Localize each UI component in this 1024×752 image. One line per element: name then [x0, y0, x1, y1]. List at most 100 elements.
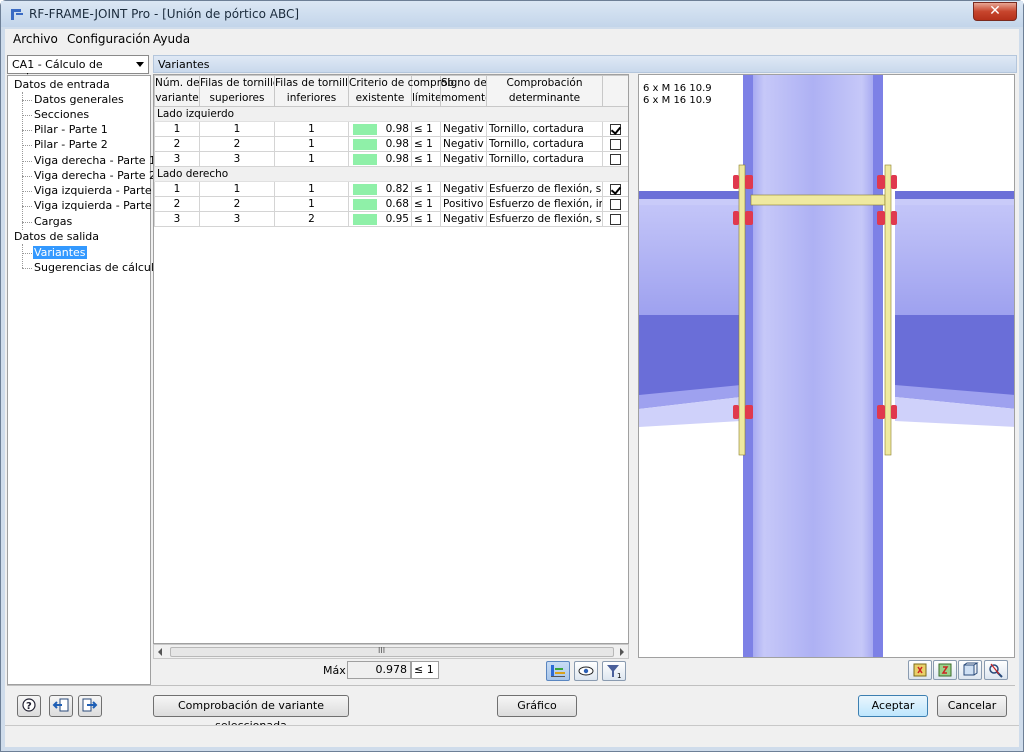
select-checkbox[interactable]: [610, 213, 621, 225]
cell-select: [602, 151, 628, 167]
bolt-label-2: 6 x M 16 10.9: [643, 95, 712, 106]
col-header-inf[interactable]: Filas de tornillosinferiores: [274, 75, 349, 107]
tree-item-viga-derecha-2[interactable]: Viga derecha - Parte 2: [34, 169, 156, 182]
table-row[interactable]: 3 3 1 0.98 ≤ 1 Negativ Tornillo, cortadura: [154, 151, 628, 167]
filter-button[interactable]: 1: [602, 661, 626, 681]
svg-text:1: 1: [617, 672, 621, 680]
viewer-toolbar: [638, 658, 1015, 684]
accept-button[interactable]: Aceptar: [858, 695, 928, 717]
app-icon: [11, 9, 23, 20]
tree-item-sugerencias[interactable]: Sugerencias de cálculo: [34, 261, 161, 274]
tree-header-output[interactable]: Datos de salida: [14, 230, 99, 243]
crit-value: 0.98: [385, 153, 409, 165]
crit-bar: [353, 184, 377, 195]
view-x-button[interactable]: [908, 660, 932, 680]
view-iso-button[interactable]: [958, 660, 982, 680]
bottom-separator: [7, 685, 1015, 686]
cell-inf: 1: [274, 196, 349, 212]
select-checkbox[interactable]: [610, 138, 621, 150]
menu-ayuda[interactable]: Ayuda: [153, 32, 190, 46]
tree-header-input[interactable]: Datos de entrada: [14, 78, 110, 91]
cell-sup: 1: [199, 181, 275, 197]
cell-inf: 1: [274, 151, 349, 167]
cell-inf: 1: [274, 136, 349, 152]
table-row[interactable]: 1 1 1 0.98 ≤ 1 Negativ Tornillo, cortadura: [154, 121, 628, 137]
view-reset-button[interactable]: [984, 660, 1008, 680]
window-title: RF-FRAME-JOINT Pro - [Unión de pórtico A…: [29, 7, 300, 21]
select-checkbox[interactable]: [610, 183, 621, 195]
tree-item-viga-izquierda-2[interactable]: Viga izquierda - Parte 2: [34, 199, 162, 212]
table-group-row: Lado izquierdo: [154, 106, 628, 122]
group-label: Lado izquierdo: [154, 106, 628, 122]
cell-num: 1: [154, 121, 200, 137]
tree-item-pilar-2[interactable]: Pilar - Parte 2: [34, 138, 108, 151]
menu-archivo[interactable]: Archivo: [13, 32, 58, 46]
close-button[interactable]: ✕: [973, 2, 1017, 21]
tree-item-viga-izquierda-1[interactable]: Viga izquierda - Parte 1: [34, 184, 162, 197]
crit-bar: [353, 124, 377, 135]
scroll-thumb[interactable]: [170, 647, 614, 657]
help-button[interactable]: ?: [17, 695, 41, 717]
group-label: Lado derecho: [154, 166, 628, 182]
col-header-num[interactable]: Núm. de variante: [154, 75, 200, 107]
crit-value: 0.98: [385, 138, 409, 150]
cell-select: [602, 136, 628, 152]
import-button[interactable]: [49, 695, 73, 717]
col-header-crit[interactable]: Criterio de comprob existente: [348, 75, 454, 107]
graphic-button[interactable]: Gráfico: [497, 695, 577, 717]
cube-icon: [963, 662, 979, 676]
variants-table: Núm. devariante Filas de tornillossuperi…: [153, 74, 629, 644]
chevron-down-icon[interactable]: [136, 62, 144, 67]
graphic-viewer[interactable]: 6 x M 16 10.9 6 x M 16 10.9: [638, 74, 1015, 658]
menu-configuracion[interactable]: Configuración: [67, 32, 150, 46]
tree-item-viga-derecha-1[interactable]: Viga derecha - Parte 1: [34, 154, 156, 167]
table-row[interactable]: 3 3 2 0.95 ≤ 1 Negativ Esfuerzo de flexión, su…: [154, 211, 628, 227]
cell-select: [602, 181, 628, 197]
scroll-right-icon[interactable]: [620, 648, 624, 656]
cell-limit: ≤ 1: [411, 181, 441, 197]
col-header-sup[interactable]: Filas de tornillossuperiores: [199, 75, 275, 107]
cell-num: 2: [154, 136, 200, 152]
cell-crit: 0.82: [348, 181, 412, 197]
tree-item-datos-generales[interactable]: Datos generales: [34, 93, 124, 106]
col-header-select[interactable]: [602, 75, 628, 107]
cell-num: 3: [154, 211, 200, 227]
view-z-button[interactable]: [933, 660, 957, 680]
col-header-sign[interactable]: Signo de momento: [440, 75, 487, 107]
table-row[interactable]: 1 1 1 0.82 ≤ 1 Negativ Esfuerzo de flexión, su…: [154, 181, 628, 197]
table-row[interactable]: 2 2 1 0.98 ≤ 1 Negativ Tornillo, cortadura: [154, 136, 628, 152]
crit-bar: [353, 214, 377, 225]
joint-3d-model: [639, 75, 1014, 657]
select-checkbox[interactable]: [610, 123, 621, 135]
cell-crit: 0.98: [348, 151, 412, 167]
table-horizontal-scrollbar[interactable]: III: [153, 644, 629, 659]
select-checkbox[interactable]: [610, 198, 621, 210]
title-bar: RF-FRAME-JOINT Pro - [Unión de pórtico A…: [1, 1, 1023, 27]
cancel-button[interactable]: Cancelar: [937, 695, 1007, 717]
cell-check: Tornillo, cortadura: [486, 121, 603, 137]
tree-item-cargas[interactable]: Cargas: [34, 215, 72, 228]
main-window: RF-FRAME-JOINT Pro - [Unión de pórtico A…: [0, 0, 1024, 752]
cell-inf: 1: [274, 121, 349, 137]
arrow-right-icon: [82, 698, 98, 712]
color-scale-button[interactable]: [546, 661, 570, 681]
case-select[interactable]: CA1 - Cálculo de uniones: [7, 55, 149, 84]
navigator-tree: Datos de entrada Datos generales Seccion…: [7, 75, 162, 685]
check-variant-button[interactable]: Comprobación de variante seleccionada: [153, 695, 349, 732]
scroll-left-icon[interactable]: [158, 648, 162, 656]
col-header-check[interactable]: Comprobación determinante: [486, 75, 603, 107]
cell-num: 3: [154, 151, 200, 167]
max-value: 0.978: [347, 661, 411, 679]
export-button[interactable]: [78, 695, 102, 717]
tree-item-pilar-1[interactable]: Pilar - Parte 1: [34, 123, 108, 136]
view-button[interactable]: [574, 661, 598, 681]
table-header-row: Núm. devariante Filas de tornillossuperi…: [154, 75, 628, 107]
cell-sign: Negativ: [440, 181, 487, 197]
tree-item-variantes[interactable]: Variantes: [33, 246, 87, 259]
cell-sign: Negativ: [440, 121, 487, 137]
cell-crit: 0.98: [348, 136, 412, 152]
table-row[interactable]: 2 2 1 0.68 ≤ 1 Positivo Esfuerzo de flexión, i…: [154, 196, 628, 212]
tree-item-secciones[interactable]: Secciones: [34, 108, 89, 121]
arrow-left-icon: [52, 698, 69, 712]
select-checkbox[interactable]: [610, 153, 621, 165]
